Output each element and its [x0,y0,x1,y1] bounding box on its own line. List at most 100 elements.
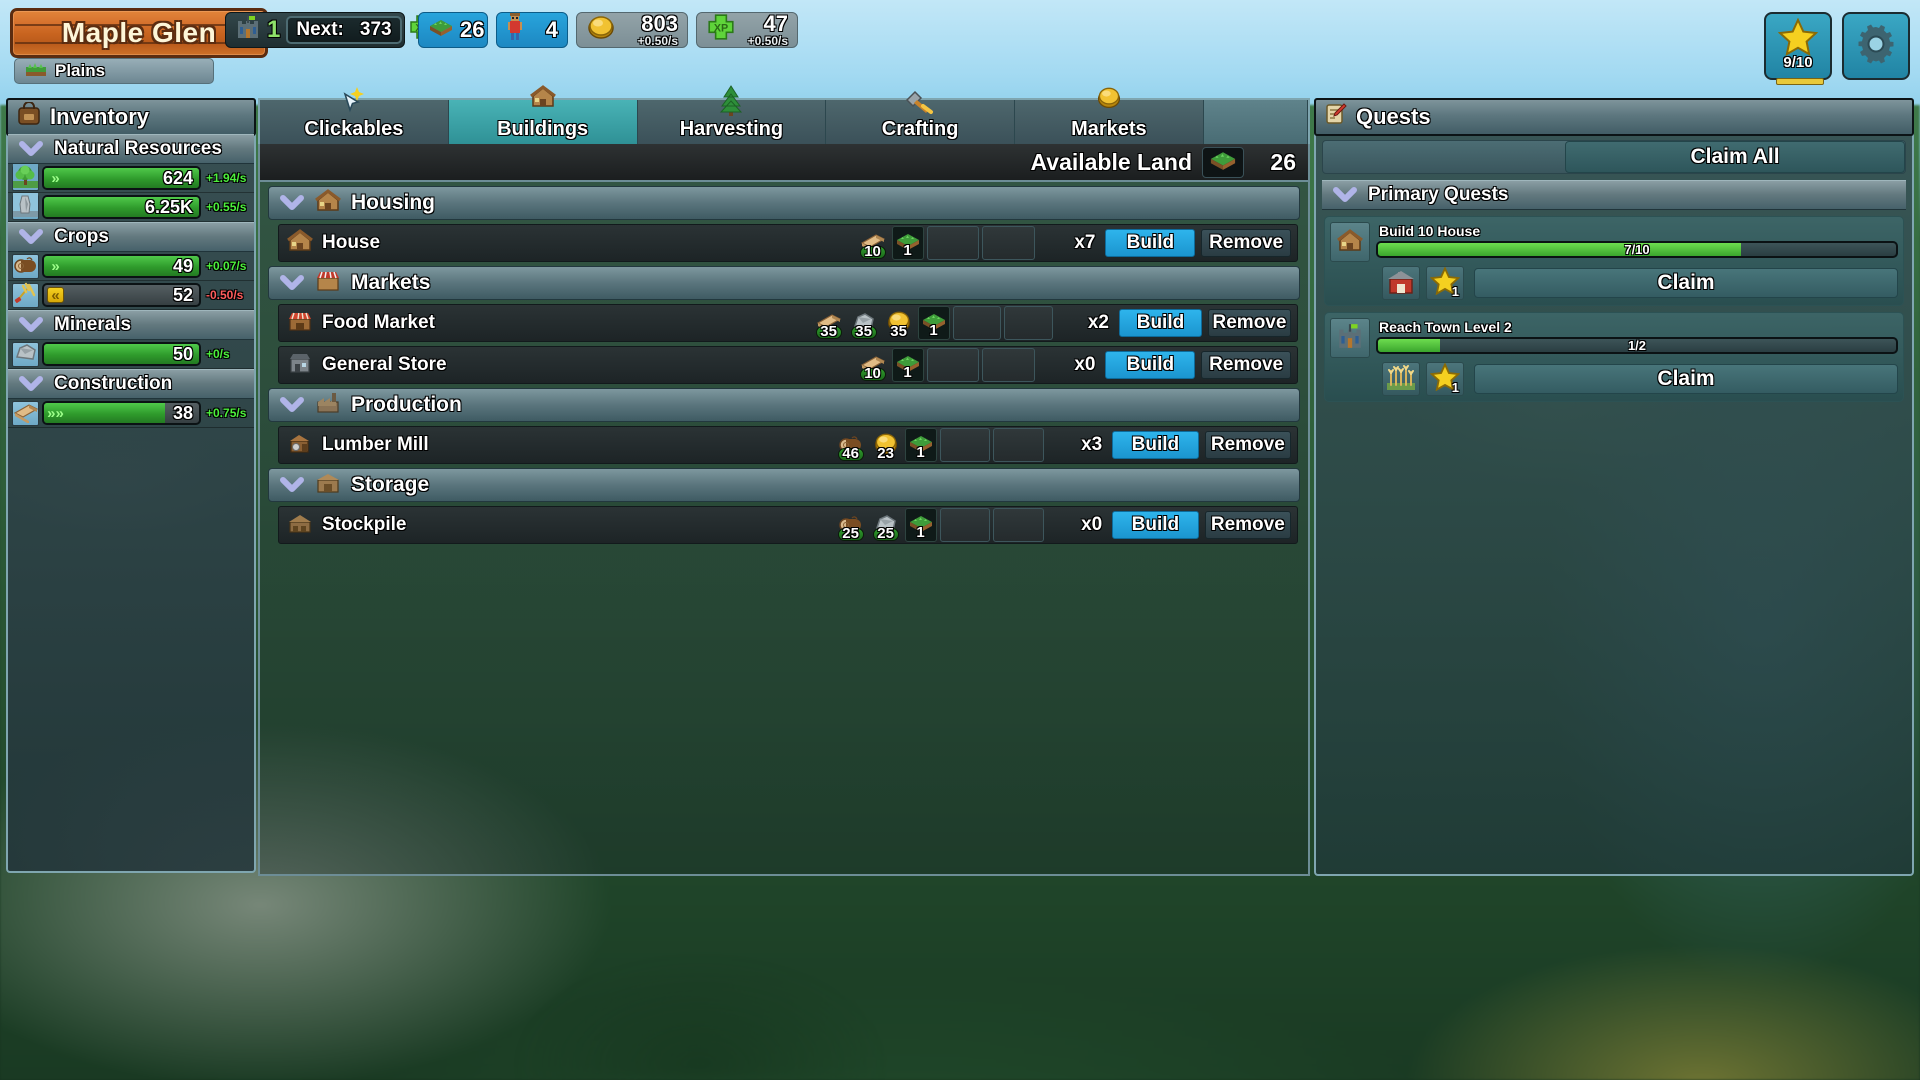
resource-amount: 624 [162,167,193,188]
cost-amount: 25 [877,525,894,542]
tab-bar: Clickables Buildings Harvesting Crafting Mar… [258,85,1310,144]
cost-item: 35 [883,306,915,340]
next-value: 373 [359,19,392,40]
build-button[interactable]: Build [1112,511,1199,539]
resource-rate: +0.55/s [206,200,247,214]
tab-harvesting[interactable]: Harvesting [637,85,827,144]
building-category-header[interactable]: Housing [268,186,1300,220]
cost-item: 25 [870,508,902,542]
chevron-down-icon [18,227,44,247]
cost-item: 1 [891,226,924,260]
building-slot-empty [982,226,1035,260]
inventory-group-header[interactable]: Construction [8,369,254,399]
chevron-down-icon [279,193,305,213]
town-level-stat: 1 Next: 373 XP [225,12,434,48]
star-progress-value: 9/10 [1783,54,1813,71]
tab-label: Harvesting [679,118,784,140]
gold-stat: 803 +0.50/s [576,12,688,48]
building-category-label: Production [351,393,462,416]
cost-item: 25 [835,508,867,542]
building-name: Stockpile [322,514,407,535]
inventory-group-label: Crops [54,226,109,247]
cost-item: 23 [870,428,902,462]
store-icon [287,350,313,380]
cost-amount: 1 [916,444,925,461]
building-slot-empty [993,428,1045,462]
building-category-header[interactable]: Markets [268,266,1300,300]
resource-icon-frame [12,341,39,367]
build-button[interactable]: Build [1105,351,1196,379]
building-count: x0 [1074,354,1096,375]
resource-bar: « 52 [42,283,201,307]
quest-progress-text: 7/10 [1624,242,1650,257]
quest-top: Build 10 House 7/10 [1330,222,1898,262]
inventory-resource-row: » 624 +1.94/s [8,163,254,193]
next-label: Next: [296,19,344,40]
house-icon [287,228,313,258]
tab-bar-filler [1203,100,1309,144]
building-category-header[interactable]: Production [268,388,1300,422]
building-slot-empty [939,508,991,542]
resource-rate: +0.07/s [206,259,247,273]
build-button[interactable]: Build [1105,229,1196,257]
quest-claim-button[interactable]: Claim [1474,364,1898,394]
quest-progress-text: 1/2 [1627,338,1647,353]
quest-bottom: 1 Claim [1330,361,1898,396]
cost-item: 10 [857,348,889,382]
build-button[interactable]: Build [1118,309,1202,337]
xp-value: 47 [763,11,788,36]
remove-button[interactable]: Remove [1204,511,1291,539]
quest-name: Reach Town Level 2 [1379,319,1512,335]
star-progress-button[interactable]: 9/10 [1764,12,1832,85]
cost-item: 46 [835,428,867,462]
resource-bar: 50 [42,342,201,366]
quest-claim-button[interactable]: Claim [1474,268,1898,298]
tab-label: Buildings [497,118,589,140]
inventory-resource-row: » 49 +0.07/s [8,252,254,281]
villager-icon [506,12,524,48]
remove-button[interactable]: Remove [1201,351,1292,379]
claim-all-button[interactable]: Claim All [1565,141,1905,173]
quest-progress-bar: 1/2 [1376,337,1898,354]
cost-amount: 46 [842,445,859,462]
building-costs: 10 1 [857,226,924,260]
inventory-group-label: Construction [54,373,173,394]
land-icon [1208,149,1238,176]
quest-info: Reach Town Level 2 1/2 [1376,318,1898,358]
cost-amount: 25 [842,525,859,542]
chevron-down-icon [1332,185,1358,205]
building-name: General Store [322,354,447,375]
inventory-group-header[interactable]: Natural Resources [8,134,254,164]
remove-button[interactable]: Remove [1204,431,1291,459]
remove-button[interactable]: Remove [1207,309,1291,337]
inventory-group-header[interactable]: Crops [8,222,254,252]
remove-button[interactable]: Remove [1201,229,1292,257]
svg-text:XP: XP [714,22,728,34]
building-name-cell: General Store [279,350,857,380]
quest-list: Build 10 House 7/10 1 Claim Reach Town Level… [1316,216,1912,402]
cost-amount: 10 [864,365,881,382]
tab-label: Clickables [304,118,404,140]
tab-buildings[interactable]: Buildings [448,85,638,144]
building-slot-empty [993,508,1045,542]
building-name: Food Market [322,312,435,333]
gold-rate: +0.50/s [637,34,678,48]
wheat-field-icon [1386,363,1416,396]
quest-bottom: 1 Claim [1330,265,1898,300]
primary-quests-group-header[interactable]: Primary Quests [1322,180,1906,210]
inventory-group-header[interactable]: Minerals [8,310,254,340]
cost-item: 1 [891,348,924,382]
building-category-header[interactable]: Storage [268,468,1300,502]
resource-trend-icon: » [51,257,60,275]
food-market-icon [287,308,313,338]
quest-card: Reach Town Level 2 1/2 1 Claim [1324,312,1904,402]
settings-button[interactable] [1842,12,1910,80]
tab-crafting[interactable]: Crafting [826,90,1015,144]
tab-clickables[interactable]: Clickables [260,87,449,144]
build-button[interactable]: Build [1112,431,1199,459]
tab-markets[interactable]: Markets [1015,87,1204,144]
building-costs: 25 25 1 [835,508,937,542]
inventory-group-label: Natural Resources [54,138,222,159]
chevron-down-icon [279,475,305,495]
available-land-label: Available Land [1030,148,1192,175]
